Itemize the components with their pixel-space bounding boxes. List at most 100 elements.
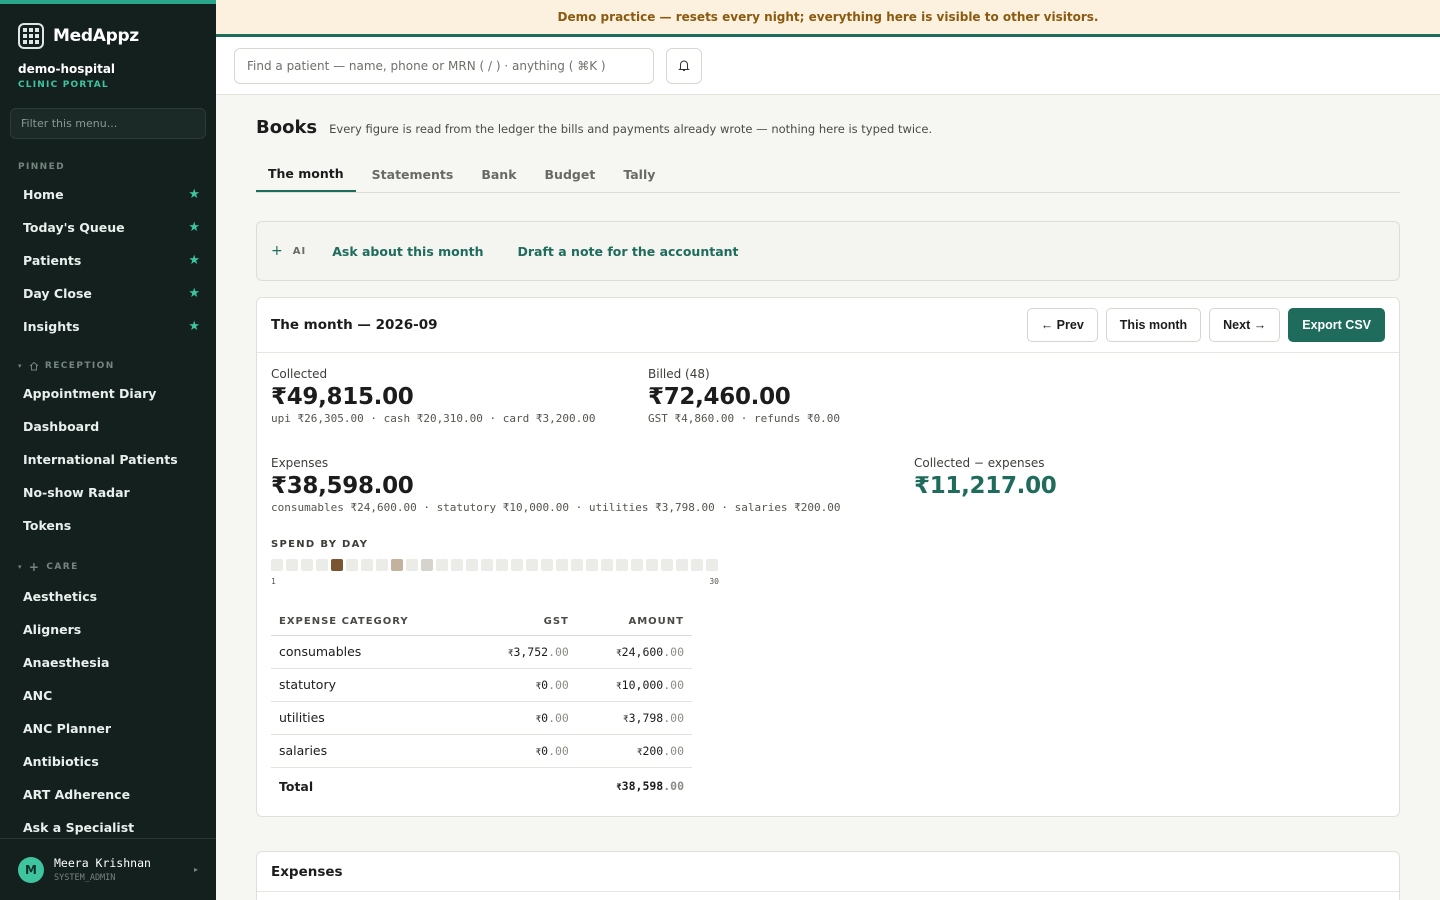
- reception-section-label[interactable]: ▾ RECEPTION: [0, 361, 216, 371]
- amount-integer: 10,000: [621, 677, 664, 692]
- tab-budget[interactable]: Budget: [533, 156, 608, 192]
- spend-day-cell[interactable]: [691, 559, 703, 571]
- spend-day-cell[interactable]: [556, 559, 568, 571]
- sidebar-item-anc-planner[interactable]: ANC Planner: [0, 712, 216, 745]
- sidebar-item-insights[interactable]: Insights ★: [0, 310, 216, 343]
- sidebar-item-aligners[interactable]: Aligners: [0, 613, 216, 646]
- sidebar-item-label: ANC Planner: [23, 721, 111, 736]
- spend-day-cell[interactable]: [301, 559, 313, 571]
- pin-star-icon[interactable]: ★: [188, 253, 200, 268]
- spend-day-cell[interactable]: [616, 559, 628, 571]
- table-row[interactable]: statutory ₹0.00 ₹10,000.00: [271, 668, 692, 702]
- spend-day-cell[interactable]: [331, 559, 343, 571]
- topbar: Find a patient — name, phone or MRN ( / …: [216, 37, 1440, 95]
- amount-decimals: .00: [663, 644, 684, 659]
- spend-day-cell[interactable]: [421, 559, 433, 571]
- amount-cell: ₹24,600.00: [576, 635, 692, 669]
- spend-day-cell[interactable]: [391, 559, 403, 571]
- spend-day-cell[interactable]: [316, 559, 328, 571]
- spend-day-cell[interactable]: [406, 559, 418, 571]
- spend-day-cell[interactable]: [661, 559, 673, 571]
- spend-day-cell[interactable]: [676, 559, 688, 571]
- patient-search-input[interactable]: Find a patient — name, phone or MRN ( / …: [234, 47, 654, 84]
- sidebar-item-home[interactable]: Home ★: [0, 178, 216, 211]
- search-placeholder: Find a patient — name, phone or MRN ( / …: [247, 58, 606, 73]
- spend-day-cell[interactable]: [496, 559, 508, 571]
- spend-day-cell[interactable]: [526, 559, 538, 571]
- ask-about-month-link[interactable]: Ask about this month: [332, 244, 483, 259]
- expenses-card: Expenses: [256, 851, 1400, 900]
- spend-day-cell[interactable]: [346, 559, 358, 571]
- pin-star-icon[interactable]: ★: [188, 220, 200, 235]
- export-csv-button[interactable]: Export CSV: [1288, 308, 1385, 342]
- collected-breakdown: upi ₹26,305.00 · cash ₹20,310.00 · card …: [271, 412, 596, 425]
- expense-category-cell: utilities: [271, 701, 472, 735]
- pin-star-icon[interactable]: ★: [188, 319, 200, 334]
- sidebar-item-today-s-queue[interactable]: Today's Queue ★: [0, 211, 216, 244]
- sidebar-item-no-show-radar[interactable]: No-show Radar: [0, 476, 216, 509]
- expenses-metric: Expenses ₹38,598.00 consumables ₹24,600.…: [271, 456, 841, 514]
- sidebar-item-tokens[interactable]: Tokens: [0, 509, 216, 542]
- prev-month-button[interactable]: ← Prev: [1026, 308, 1098, 342]
- menu-filter-input[interactable]: Filter this menu...: [10, 108, 206, 139]
- spend-day-cell[interactable]: [646, 559, 658, 571]
- amount-cell: ₹10,000.00: [576, 668, 692, 702]
- tab-tally[interactable]: Tally: [611, 156, 667, 192]
- sidebar-item-label: Tokens: [23, 518, 72, 533]
- demo-banner: Demo practice — resets every night; ever…: [216, 0, 1440, 37]
- spend-day-cell[interactable]: [571, 559, 583, 571]
- spend-day-strip: [271, 559, 719, 571]
- table-row[interactable]: utilities ₹0.00 ₹3,798.00: [271, 701, 692, 735]
- sidebar-item-international-patients[interactable]: International Patients: [0, 443, 216, 476]
- sidebar-item-antibiotics[interactable]: Antibiotics: [0, 745, 216, 778]
- sidebar-item-anaesthesia[interactable]: Anaesthesia: [0, 646, 216, 679]
- sidebar-item-anc[interactable]: ANC: [0, 679, 216, 712]
- spend-day-axis: 1 30: [271, 577, 719, 589]
- spend-day-cell[interactable]: [631, 559, 643, 571]
- spend-day-cell[interactable]: [466, 559, 478, 571]
- notifications-button[interactable]: [666, 47, 702, 84]
- spend-day-cell[interactable]: [541, 559, 553, 571]
- tab-bank[interactable]: Bank: [469, 156, 528, 192]
- org-switcher[interactable]: demo-hospital CLINIC PORTAL: [0, 54, 216, 90]
- spend-day-cell[interactable]: [271, 559, 283, 571]
- brand[interactable]: MedAppz: [0, 4, 216, 54]
- next-month-button[interactable]: Next →: [1209, 308, 1281, 342]
- sidebar-item-label: Antibiotics: [23, 754, 99, 769]
- sidebar-item-dashboard[interactable]: Dashboard: [0, 410, 216, 443]
- spend-day-cell[interactable]: [511, 559, 523, 571]
- this-month-button[interactable]: This month: [1105, 308, 1202, 342]
- pin-star-icon[interactable]: ★: [188, 187, 200, 202]
- table-row[interactable]: consumables ₹3,752.00 ₹24,600.00: [271, 635, 692, 669]
- user-menu[interactable]: M Meera Krishnan SYSTEM_ADMIN ▸: [0, 838, 216, 900]
- page-title: Books: [256, 117, 318, 138]
- care-section-label[interactable]: ▾ + CARE: [0, 560, 216, 574]
- spend-day-cell[interactable]: [481, 559, 493, 571]
- tab-statements[interactable]: Statements: [360, 156, 466, 192]
- sidebar-item-aesthetics[interactable]: Aesthetics: [0, 580, 216, 613]
- spend-day-cell[interactable]: [601, 559, 613, 571]
- net-metric: Collected − expenses ₹11,217.00: [914, 456, 1057, 499]
- total-amount-cell: ₹38,598.00: [576, 766, 692, 805]
- user-name: Meera Krishnan: [54, 856, 151, 870]
- spend-day-cell[interactable]: [361, 559, 373, 571]
- bell-icon: [678, 60, 690, 71]
- spend-day-cell[interactable]: [376, 559, 388, 571]
- sidebar-item-art-adherence[interactable]: ART Adherence: [0, 778, 216, 811]
- pin-star-icon[interactable]: ★: [188, 286, 200, 301]
- sidebar-item-label: Today's Queue: [23, 220, 125, 235]
- spend-day-cell[interactable]: [706, 559, 718, 571]
- spend-day-cell[interactable]: [451, 559, 463, 571]
- spend-day-cell[interactable]: [586, 559, 598, 571]
- sidebar-item-patients[interactable]: Patients ★: [0, 244, 216, 277]
- spend-day-cell[interactable]: [286, 559, 298, 571]
- tab-the-month[interactable]: The month: [256, 156, 356, 192]
- draft-accountant-note-link[interactable]: Draft a note for the accountant: [518, 244, 739, 259]
- amount-decimals: .00: [548, 743, 569, 758]
- spend-day-cell[interactable]: [436, 559, 448, 571]
- sidebar-item-day-close[interactable]: Day Close ★: [0, 277, 216, 310]
- table-row[interactable]: salaries ₹0.00 ₹200.00: [271, 734, 692, 768]
- sidebar-item-appointment-diary[interactable]: Appointment Diary: [0, 377, 216, 410]
- amount-decimals: .00: [548, 710, 569, 725]
- avatar: M: [18, 856, 44, 883]
